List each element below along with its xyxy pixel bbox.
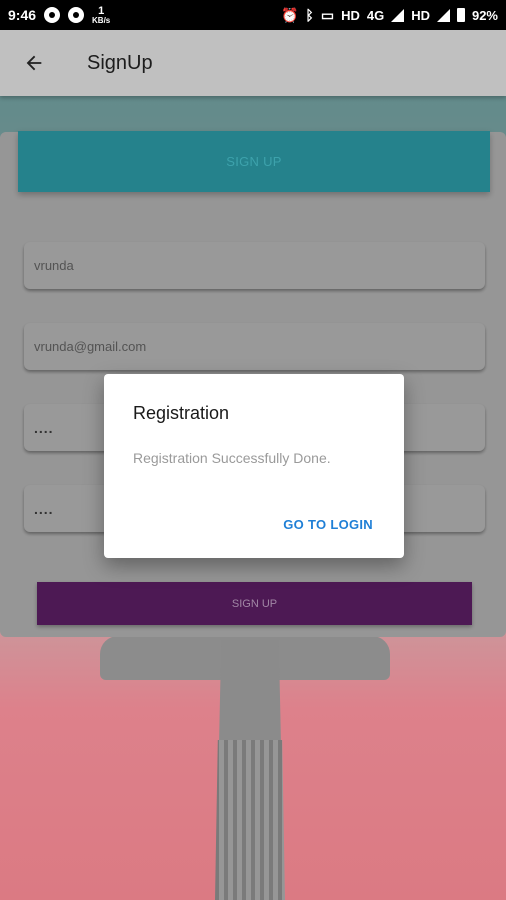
dialog-message: Registration Successfully Done.: [133, 450, 331, 466]
alarm-icon: ⏰: [280, 6, 299, 23]
status-bar: 9:46 1 KB/s ⏰ ᛒ ▭ HD 4G HD 92%: [0, 0, 506, 30]
network-label-2: HD: [411, 7, 430, 23]
notification-icon: [44, 7, 61, 23]
go-to-login-button[interactable]: GO TO LOGIN: [283, 517, 373, 532]
sync-icon: [68, 7, 85, 23]
data-rate-unit: KB/s: [92, 15, 111, 25]
bluetooth-icon: ᛒ: [305, 7, 314, 23]
signal-icon: [391, 8, 405, 22]
battery-percent: 92%: [471, 7, 498, 23]
network-label-1: HD: [341, 7, 360, 23]
dialog-title: Registration: [133, 403, 230, 423]
status-time: 9:46: [8, 7, 37, 23]
network-type-label: 4G: [366, 7, 385, 23]
cast-icon: ▭: [320, 6, 335, 23]
signal-icon-2: [436, 8, 450, 22]
data-rate-indicator: 1 KB/s: [92, 4, 111, 25]
battery-icon: [456, 8, 465, 22]
data-rate-value: 1: [98, 4, 105, 17]
registration-dialog: Registration Registration Successfully D…: [104, 374, 404, 558]
